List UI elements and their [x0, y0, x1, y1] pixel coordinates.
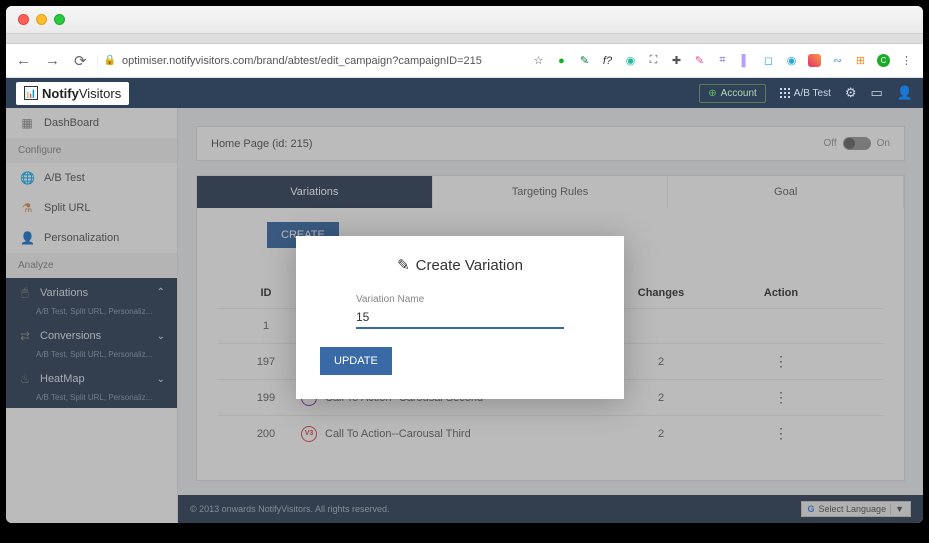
abtest-nav[interactable]: A/B Test — [780, 88, 831, 99]
logo-text-bold: Notify — [42, 86, 79, 101]
ext-icon[interactable]: ✚ — [670, 54, 683, 67]
modal-title-text: Create Variation — [416, 257, 523, 274]
app-topbar: 📊 NotifyVisitors ⊕ Account A/B Test ⚙ ▭ … — [6, 78, 923, 108]
ext-icon[interactable]: ◻ — [762, 54, 775, 67]
logo-text-light: Visitors — [79, 86, 121, 101]
reload-icon[interactable]: ⟳ — [74, 52, 87, 70]
ext-icon[interactable]: ◉ — [785, 54, 798, 67]
plus-circle-icon: ⊕ — [708, 88, 716, 99]
create-variation-modal: ✎ Create Variation Variation Name UPDATE — [296, 236, 624, 399]
person-icon[interactable]: 👤 — [897, 85, 913, 101]
variation-name-label: Variation Name — [320, 294, 600, 305]
url-field[interactable]: 🔒 optimiser.notifyvisitors.com/brand/abt… — [97, 55, 482, 67]
star-icon[interactable]: ☆ — [532, 54, 545, 67]
extension-icons: ☆ ● ✎ f? ◉ ⛶ ✚ ✎ ⌗ ▌ ◻ ◉ ∾ ⊞ C ⋮ — [532, 54, 913, 67]
grid-icon — [780, 88, 790, 98]
ext-icon[interactable]: ⛶ — [647, 54, 660, 67]
gear-icon[interactable]: ⚙ — [845, 85, 857, 101]
ext-icon[interactable]: C — [877, 54, 890, 67]
abtest-label: A/B Test — [794, 88, 831, 99]
window-titlebar — [6, 6, 923, 34]
app-root: 📊 NotifyVisitors ⊕ Account A/B Test ⚙ ▭ … — [6, 78, 923, 523]
maximize-window-icon[interactable] — [54, 14, 65, 25]
account-label: Account — [721, 88, 757, 99]
browser-window: ← → ⟳ 🔒 optimiser.notifyvisitors.com/bra… — [6, 6, 923, 523]
browser-addressbar: ← → ⟳ 🔒 optimiser.notifyvisitors.com/bra… — [6, 44, 923, 78]
url-text: optimiser.notifyvisitors.com/brand/abtes… — [122, 55, 482, 67]
logo-icon: 📊 — [24, 86, 38, 100]
update-button[interactable]: UPDATE — [320, 347, 392, 375]
browser-tabbar — [6, 34, 923, 44]
variation-name-input[interactable] — [356, 307, 564, 329]
edit-icon: ✎ — [397, 256, 410, 274]
ext-icon[interactable]: ● — [555, 54, 568, 67]
ext-icon[interactable] — [808, 54, 821, 67]
ext-icon[interactable]: ✎ — [578, 54, 591, 67]
forward-icon[interactable]: → — [45, 52, 60, 70]
menu-icon[interactable]: ⋮ — [900, 54, 913, 67]
ext-icon[interactable]: ∾ — [831, 54, 844, 67]
logo[interactable]: 📊 NotifyVisitors — [16, 82, 129, 105]
ext-icon[interactable]: ⌗ — [716, 54, 729, 67]
ext-icon[interactable]: ▌ — [739, 54, 752, 67]
account-button[interactable]: ⊕ Account — [699, 84, 766, 103]
ext-icon[interactable]: ⊞ — [854, 54, 867, 67]
minimize-window-icon[interactable] — [36, 14, 47, 25]
modal-title: ✎ Create Variation — [320, 256, 600, 274]
card-icon[interactable]: ▭ — [871, 85, 883, 101]
ext-icon[interactable]: ✎ — [693, 54, 706, 67]
close-window-icon[interactable] — [18, 14, 29, 25]
lock-icon: 🔒 — [104, 55, 116, 66]
ext-icon[interactable]: ◉ — [624, 54, 637, 67]
body-area: ▦ DashBoard Configure 🌐 A/B Test ⚗ Split… — [6, 108, 923, 523]
ext-icon[interactable]: f? — [601, 54, 614, 67]
back-icon[interactable]: ← — [16, 52, 31, 70]
